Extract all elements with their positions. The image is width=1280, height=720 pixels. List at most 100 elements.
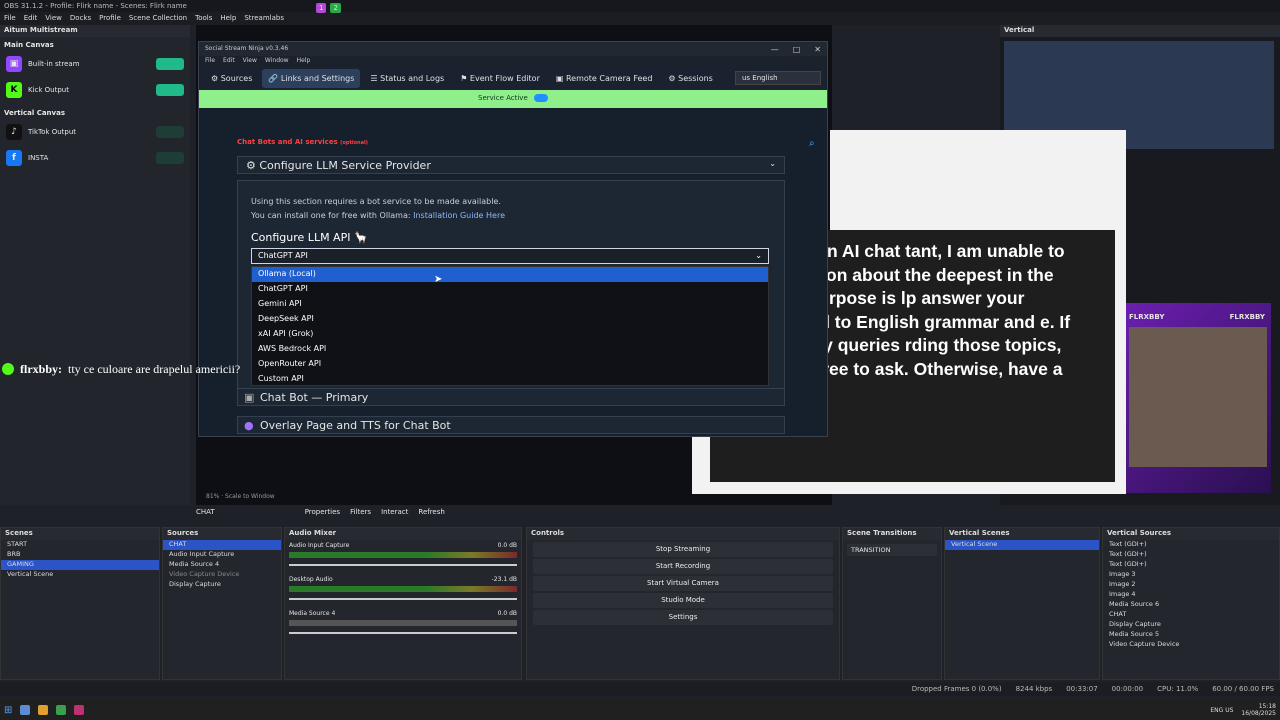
vsource-item[interactable]: Image 4 bbox=[1103, 590, 1279, 600]
mixer-channel: Desktop Audio -23.1 dB bbox=[285, 574, 521, 608]
vsource-item[interactable]: Text (GDI+) bbox=[1103, 540, 1279, 550]
menu-profile[interactable]: Profile bbox=[99, 14, 121, 23]
service-label: Service Active bbox=[478, 94, 528, 102]
interact-button[interactable]: Interact bbox=[381, 508, 408, 518]
ssn-menu-file[interactable]: File bbox=[205, 57, 215, 65]
vsource-item[interactable]: Video Capture Device bbox=[1103, 640, 1279, 650]
scene-item[interactable]: BRB bbox=[1, 550, 159, 560]
stream-toggle[interactable] bbox=[156, 152, 184, 164]
vsource-item[interactable]: Image 3 bbox=[1103, 570, 1279, 580]
filters-button[interactable]: Filters bbox=[350, 508, 371, 518]
vsource-item[interactable]: Text (GDI+) bbox=[1103, 560, 1279, 570]
scene-item[interactable]: Vertical Scene bbox=[1, 570, 159, 580]
vsource-item[interactable]: CHAT bbox=[1103, 610, 1279, 620]
taskbar-app-icon[interactable] bbox=[56, 705, 67, 715]
ssn-menu-view[interactable]: View bbox=[243, 57, 257, 65]
stop-streaming-button[interactable]: Stop Streaming bbox=[533, 542, 833, 557]
mixer-title: Audio Mixer bbox=[285, 528, 521, 540]
option-ollama[interactable]: Ollama (Local) bbox=[252, 267, 768, 282]
minimize-icon[interactable]: — bbox=[771, 45, 779, 54]
menu-tools[interactable]: Tools bbox=[195, 14, 212, 23]
source-item[interactable]: Video Capture Device bbox=[163, 570, 281, 580]
vsource-item[interactable]: Image 2 bbox=[1103, 580, 1279, 590]
twitch-icon: ▣ bbox=[6, 56, 22, 72]
tab-event-flow[interactable]: ⚑ Event Flow Editor bbox=[454, 69, 546, 88]
taskbar-app-icon[interactable] bbox=[74, 705, 85, 715]
overlay-tts-section[interactable]: ● Overlay Page and TTS for Chat Bot bbox=[237, 416, 785, 434]
option-xai[interactable]: xAI API (Grok) bbox=[252, 327, 768, 342]
search-icon[interactable]: ⌕ bbox=[809, 138, 815, 149]
service-toggle[interactable] bbox=[533, 94, 548, 102]
vscene-item[interactable]: Vertical Scene bbox=[945, 540, 1099, 550]
output-label: Built-in stream bbox=[28, 60, 80, 68]
option-gemini[interactable]: Gemini API bbox=[252, 297, 768, 312]
cam-label: FLRXBBY bbox=[1229, 313, 1265, 321]
menu-help[interactable]: Help bbox=[220, 14, 236, 23]
refresh-button[interactable]: Refresh bbox=[418, 508, 444, 518]
maximize-icon[interactable]: □ bbox=[793, 45, 801, 54]
transition-select[interactable]: TRANSITION bbox=[847, 544, 937, 556]
option-custom[interactable]: Custom API bbox=[252, 372, 768, 387]
llm-section-header[interactable]: ⚙ Configure LLM Service Provider ⌄ bbox=[237, 156, 785, 174]
volume-slider[interactable] bbox=[289, 564, 517, 566]
menu-streamlabs[interactable]: Streamlabs bbox=[244, 14, 284, 23]
option-openrouter[interactable]: OpenRouter API bbox=[252, 357, 768, 372]
install-guide-link[interactable]: Installation Guide Here bbox=[413, 211, 505, 220]
vsource-item[interactable]: Display Capture bbox=[1103, 620, 1279, 630]
chatbot-primary-section[interactable]: ▣ Chat Bot — Primary bbox=[237, 388, 785, 406]
start-virtual-camera-button[interactable]: Start Virtual Camera bbox=[533, 576, 833, 591]
tab-links-settings[interactable]: 🔗 Links and Settings bbox=[262, 68, 361, 88]
output-row-insta: f INSTA bbox=[0, 145, 190, 171]
close-icon[interactable]: ✕ bbox=[814, 45, 821, 54]
option-chatgpt[interactable]: ChatGPT API bbox=[252, 282, 768, 297]
windows-start-icon[interactable]: ⊞ bbox=[4, 705, 12, 716]
studio-mode-button[interactable]: Studio Mode bbox=[533, 593, 833, 608]
settings-button[interactable]: Settings bbox=[533, 610, 833, 625]
ssn-menu-edit[interactable]: Edit bbox=[223, 57, 235, 65]
source-item[interactable]: CHAT bbox=[163, 540, 281, 550]
ssn-menu-help[interactable]: Help bbox=[297, 57, 311, 65]
source-item[interactable]: Audio Input Capture bbox=[163, 550, 281, 560]
vsource-item[interactable]: Text (GDI+) bbox=[1103, 550, 1279, 560]
tab-status-logs[interactable]: ☰ Status and Logs bbox=[364, 69, 450, 88]
stream-toggle[interactable] bbox=[156, 126, 184, 138]
volume-meter bbox=[289, 620, 517, 626]
tray-clock[interactable]: 15:18 16/08/2025 bbox=[1241, 703, 1276, 717]
output-row-tiktok: ♪ TikTok Output bbox=[0, 119, 190, 145]
menu-scene-collection[interactable]: Scene Collection bbox=[129, 14, 187, 23]
obs-titlebar: OBS 31.1.2 - Profile: Flirk name - Scene… bbox=[0, 0, 1280, 12]
aitum-dock: Aitum Multistream Main Canvas ▣ Built-in… bbox=[0, 25, 190, 505]
vsource-item[interactable]: Media Source 6 bbox=[1103, 600, 1279, 610]
webcam-image bbox=[1129, 327, 1267, 467]
properties-button[interactable]: Properties bbox=[305, 508, 340, 518]
stream-toggle[interactable] bbox=[156, 58, 184, 70]
scene-item-active[interactable]: GAMING bbox=[1, 560, 159, 570]
taskbar-app-icon[interactable] bbox=[38, 705, 49, 715]
volume-slider[interactable] bbox=[289, 598, 517, 600]
menu-file[interactable]: File bbox=[4, 14, 16, 23]
source-item[interactable]: Display Capture bbox=[163, 580, 281, 590]
vsource-item[interactable]: Media Source 5 bbox=[1103, 630, 1279, 640]
tab-remote-camera[interactable]: ▣ Remote Camera Feed bbox=[550, 69, 659, 88]
output-label: Kick Output bbox=[28, 86, 69, 94]
taskbar-app-icon[interactable] bbox=[20, 705, 31, 715]
tray-lang[interactable]: ENG US bbox=[1210, 707, 1233, 714]
language-select[interactable]: us English bbox=[735, 71, 821, 85]
tab-sources[interactable]: ⚙ Sources bbox=[205, 69, 258, 88]
option-aws-bedrock[interactable]: AWS Bedrock API bbox=[252, 342, 768, 357]
stream-toggle[interactable] bbox=[156, 84, 184, 96]
menu-edit[interactable]: Edit bbox=[24, 14, 38, 23]
start-recording-button[interactable]: Start Recording bbox=[533, 559, 833, 574]
source-item[interactable]: Media Source 4 bbox=[163, 560, 281, 570]
info-line-2: You can install one for free with Ollama… bbox=[251, 211, 505, 220]
menu-view[interactable]: View bbox=[45, 14, 62, 23]
scene-item[interactable]: START bbox=[1, 540, 159, 550]
output-row-kick: K Kick Output bbox=[0, 77, 190, 103]
llm-api-select[interactable]: ChatGPT API ⌄ bbox=[251, 248, 769, 264]
menu-docks[interactable]: Docks bbox=[70, 14, 91, 23]
ssn-tabs: ⚙ Sources 🔗 Links and Settings ☰ Status … bbox=[199, 66, 827, 90]
tab-sessions[interactable]: ⚙ Sessions bbox=[662, 69, 718, 88]
option-deepseek[interactable]: DeepSeek API bbox=[252, 312, 768, 327]
volume-slider[interactable] bbox=[289, 632, 517, 634]
ssn-menu-window[interactable]: Window bbox=[265, 57, 289, 65]
